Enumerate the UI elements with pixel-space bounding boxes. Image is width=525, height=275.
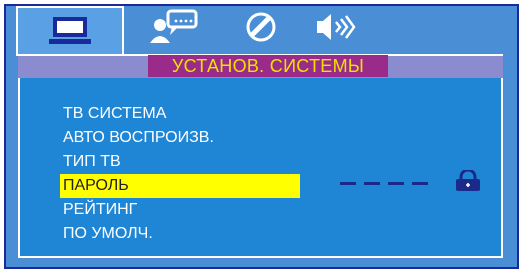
password-digit bbox=[412, 182, 428, 185]
menu-item-tv-system[interactable]: ТВ СИСТЕМА bbox=[60, 102, 300, 126]
password-digit bbox=[364, 182, 380, 185]
speaker-icon bbox=[314, 11, 358, 48]
menu-item-default[interactable]: ПО УМОЛЧ. bbox=[60, 222, 300, 246]
tab-video-setup[interactable] bbox=[231, 10, 291, 48]
password-digit bbox=[388, 182, 404, 185]
menu-item-password[interactable]: ПАРОЛЬ bbox=[60, 174, 300, 198]
people-chat-icon bbox=[148, 9, 204, 50]
tab-audio-setup[interactable] bbox=[306, 10, 366, 48]
tab-bar bbox=[6, 6, 517, 56]
monitor-icon bbox=[47, 14, 93, 51]
password-digit bbox=[340, 182, 356, 185]
disc-icon bbox=[245, 11, 277, 48]
menu-item-tv-type[interactable]: ТИП ТВ bbox=[60, 150, 300, 174]
settings-menu: ТВ СИСТЕМА АВТО ВОСПРОИЗВ. ТИП ТВ ПАРОЛЬ… bbox=[60, 102, 300, 246]
settings-panel: ТВ СИСТЕМА АВТО ВОСПРОИЗВ. ТИП ТВ ПАРОЛЬ… bbox=[18, 78, 503, 258]
setup-menu-window: УСТАНОВ. СИСТЕМЫ ТВ СИСТЕМА АВТО ВОСПРОИ… bbox=[4, 4, 519, 269]
page-title: УСТАНОВ. СИСТЕМЫ bbox=[148, 55, 388, 77]
menu-item-auto-play[interactable]: АВТО ВОСПРОИЗВ. bbox=[60, 126, 300, 150]
lock-icon bbox=[455, 168, 481, 197]
tab-language-setup[interactable] bbox=[146, 9, 206, 50]
menu-item-rating[interactable]: РЕЙТИНГ bbox=[60, 198, 300, 222]
title-bar: УСТАНОВ. СИСТЕМЫ bbox=[18, 54, 503, 78]
tab-system-setup[interactable] bbox=[16, 6, 124, 56]
